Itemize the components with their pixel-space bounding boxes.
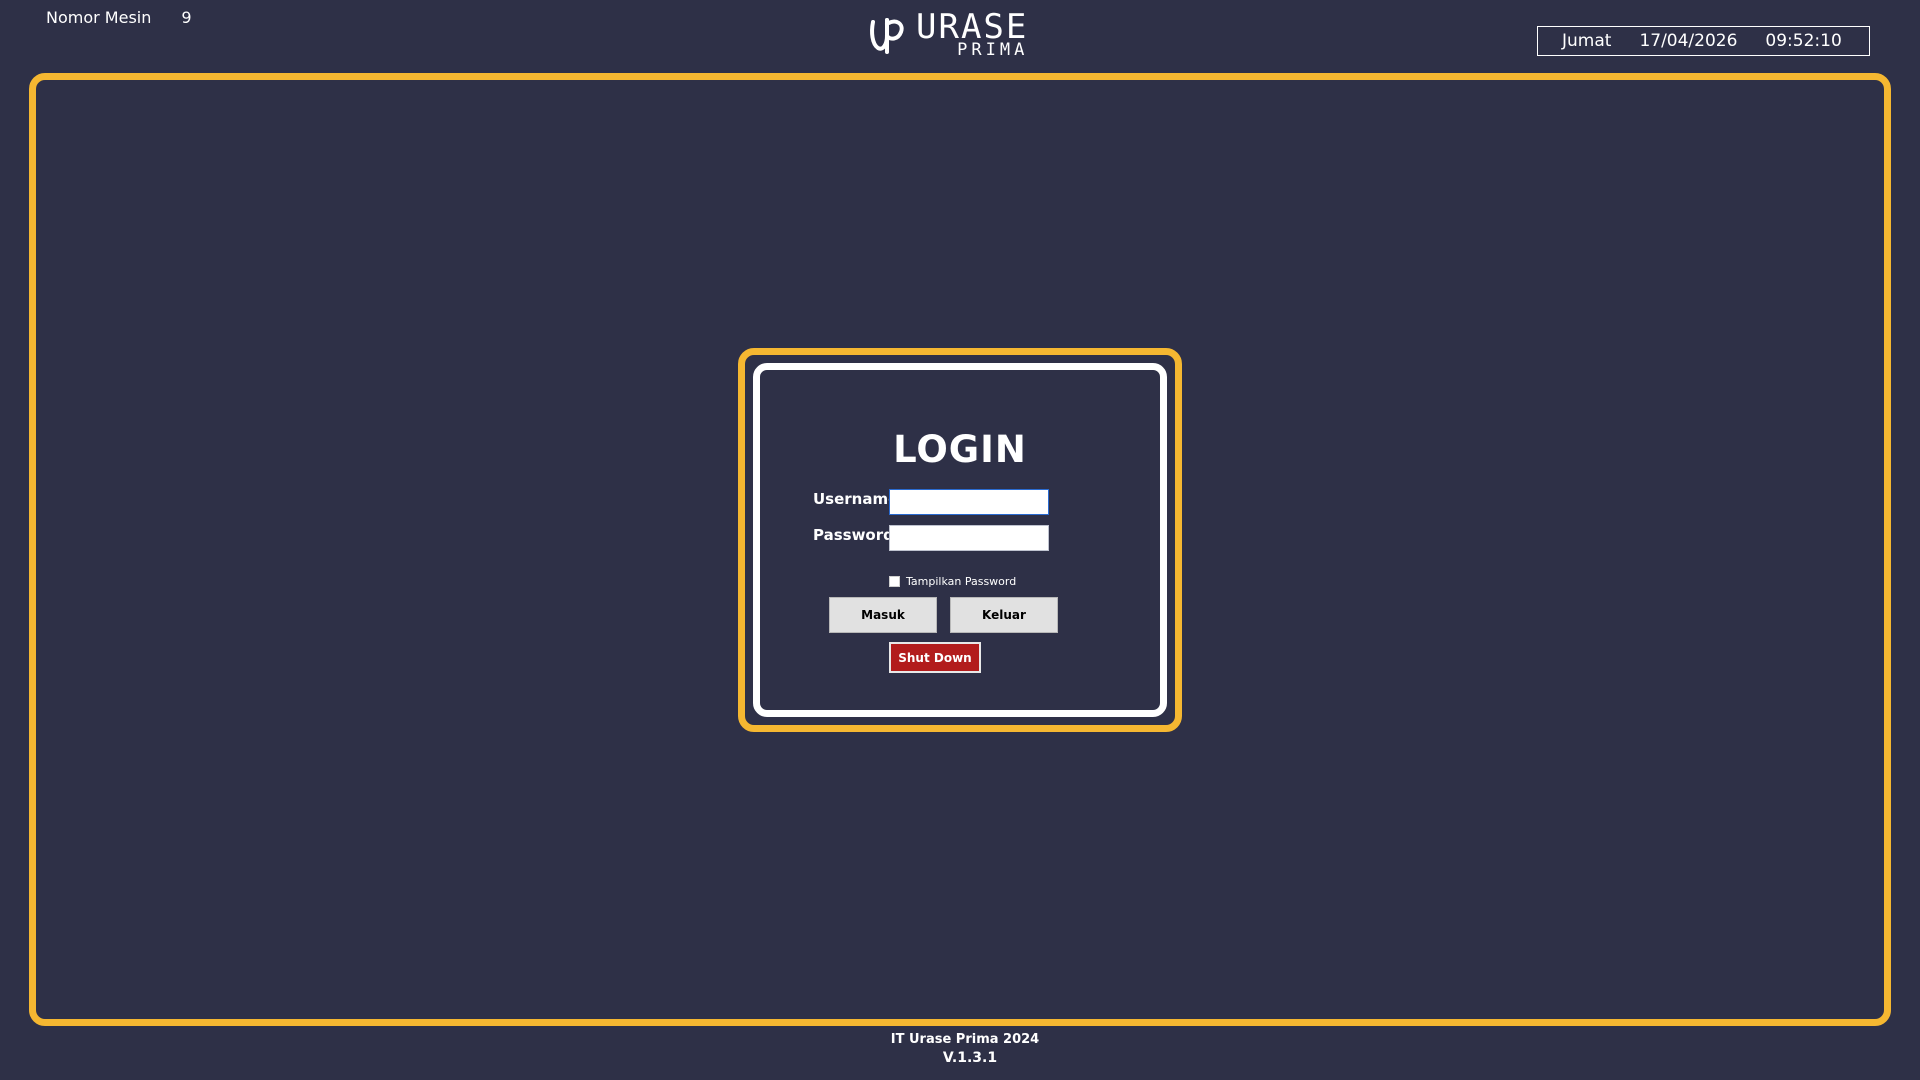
logo-wordmark: URASE PRIMA [916, 10, 1028, 59]
footer: IT Urase Prima 2024 V.1.3.1 [0, 1032, 1920, 1066]
machine-info: Nomor Mesin 9 [46, 8, 192, 27]
login-card-inner: LOGIN Username Password Tampilkan Passwo… [753, 363, 1167, 717]
footer-version: V.1.3.1 [942, 1050, 998, 1066]
logo-main-text: URASE [916, 7, 1029, 47]
show-password-label: Tampilkan Password [906, 575, 1017, 588]
day-label: Jumat [1562, 31, 1612, 51]
machine-label: Nomor Mesin [46, 8, 152, 27]
login-card: LOGIN Username Password Tampilkan Passwo… [738, 348, 1182, 732]
login-button[interactable]: Masuk [829, 597, 937, 633]
footer-credit: IT Urase Prima 2024 [890, 1032, 1040, 1047]
exit-button[interactable]: Keluar [950, 597, 1058, 633]
show-password-checkbox[interactable] [889, 576, 900, 587]
company-logo: URASE PRIMA [868, 10, 1028, 59]
password-input[interactable] [889, 525, 1049, 551]
datetime-display: Jumat 17/04/2026 09:52:10 [1537, 26, 1870, 56]
password-label: Password [813, 526, 894, 544]
login-title: LOGIN [893, 428, 1027, 471]
shutdown-button[interactable]: Shut Down [889, 642, 981, 673]
username-label: Username [813, 490, 899, 508]
machine-number: 9 [181, 8, 192, 27]
date-label: 17/04/2026 [1639, 31, 1738, 51]
username-input[interactable] [889, 489, 1049, 515]
up-monogram-icon [868, 14, 906, 56]
logo-sub-text: PRIMA [957, 40, 1029, 60]
time-label: 09:52:10 [1765, 31, 1842, 51]
login-screen: Nomor Mesin 9 URASE PRIMA Jumat 17/04/20… [0, 0, 1920, 1080]
show-password-toggle[interactable]: Tampilkan Password [889, 575, 1016, 588]
